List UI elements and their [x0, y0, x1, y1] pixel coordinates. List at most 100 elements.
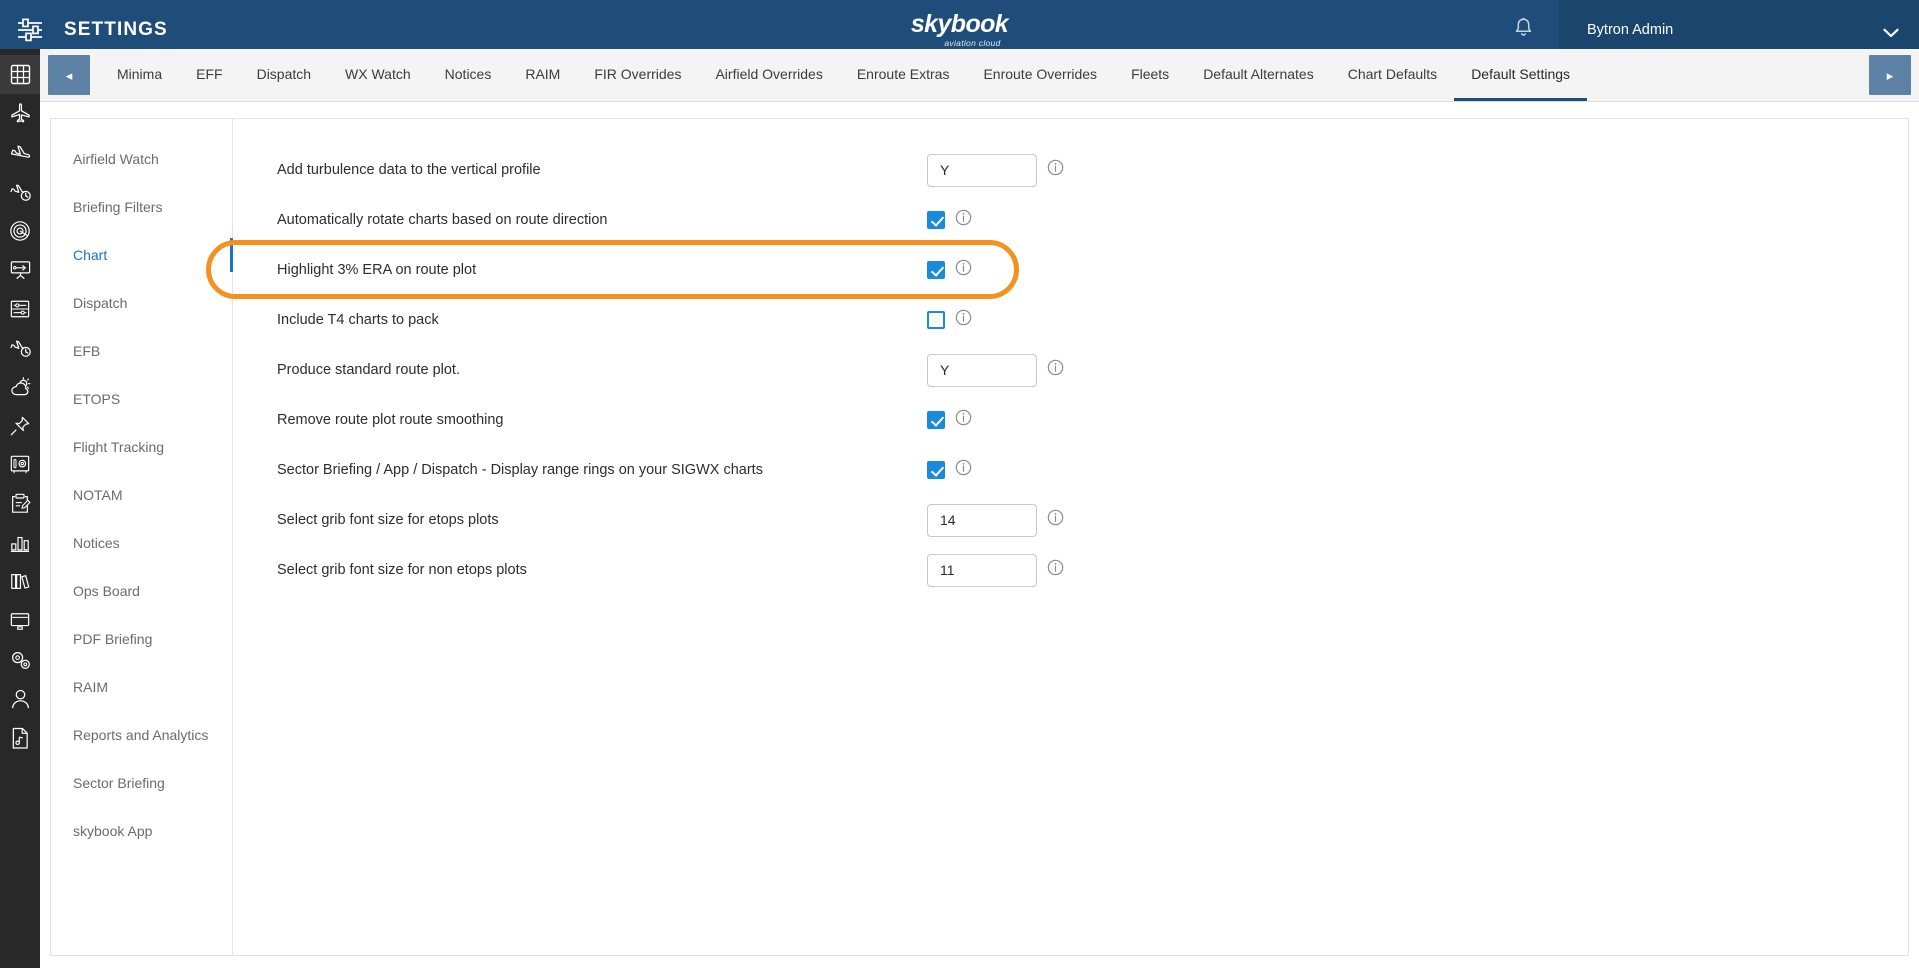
setting-text-input[interactable]	[927, 353, 1037, 387]
tab-enroute-overrides[interactable]: Enroute Overrides	[966, 49, 1114, 101]
sidebar-item-airfield-watch[interactable]: Airfield Watch	[51, 135, 232, 183]
sidebar-item-label: Airfield Watch	[73, 151, 159, 167]
airplane-time-icon	[9, 336, 32, 359]
tab-raim[interactable]: RAIM	[508, 49, 577, 101]
sidebar-item-ops-board[interactable]: Ops Board	[51, 567, 232, 615]
tab-chart-defaults[interactable]: Chart Defaults	[1331, 49, 1454, 101]
setting-checkbox[interactable]	[927, 411, 945, 429]
rail-item-presentation-flight[interactable]	[0, 250, 40, 289]
bar-chart-icon	[9, 533, 31, 553]
safe-vault-icon	[9, 454, 31, 475]
tabs-scroll-right-button[interactable]: ▸	[1869, 55, 1911, 95]
setting-checkbox[interactable]	[927, 461, 945, 479]
info-icon[interactable]	[955, 259, 972, 281]
tabs-scroll-left-button[interactable]: ◂	[48, 55, 90, 95]
rail-item-weather[interactable]	[0, 367, 40, 406]
setting-text-input[interactable]	[927, 503, 1037, 537]
tab-label: RAIM	[525, 65, 561, 82]
document-music-icon	[10, 727, 30, 749]
list-sliders-icon	[9, 299, 31, 319]
rail-item-airplane-clock[interactable]	[0, 172, 40, 211]
setting-label: Select grib font size for non etops plot…	[277, 562, 527, 578]
chevron-right-icon: ▸	[1886, 67, 1894, 83]
sidebar-item-notam[interactable]: NOTAM	[51, 471, 232, 519]
books-icon	[9, 571, 31, 592]
info-icon[interactable]	[955, 459, 972, 481]
sidebar-item-flight-tracking[interactable]: Flight Tracking	[51, 423, 232, 471]
sidebar-item-briefing-filters[interactable]: Briefing Filters	[51, 183, 232, 231]
setting-checkbox[interactable]	[927, 311, 945, 329]
tab-wx-watch[interactable]: WX Watch	[328, 49, 428, 101]
sidebar-item-dispatch[interactable]: Dispatch	[51, 279, 232, 327]
info-icon[interactable]	[1047, 559, 1064, 581]
info-icon[interactable]	[955, 309, 972, 331]
rail-item-user[interactable]	[0, 679, 40, 718]
sidebar-item-label: Chart	[73, 247, 108, 263]
rail-item-airplane[interactable]	[0, 94, 40, 133]
setting-row: Select grib font size for etops plots	[277, 495, 1908, 545]
tab-fir-overrides[interactable]: FIR Overrides	[577, 49, 698, 101]
tab-default-settings[interactable]: Default Settings	[1454, 49, 1588, 101]
rail-item-radar[interactable]	[0, 211, 40, 250]
info-icon[interactable]	[955, 209, 972, 231]
rail-item-list-sliders[interactable]	[0, 289, 40, 328]
tab-enroute-extras[interactable]: Enroute Extras	[840, 49, 967, 101]
sidebar-item-etops[interactable]: ETOPS	[51, 375, 232, 423]
sidebar-item-reports-and-analytics[interactable]: Reports and Analytics	[51, 711, 232, 759]
tab-minima[interactable]: Minima	[100, 49, 179, 101]
setting-control	[927, 153, 1064, 187]
tab-fleets[interactable]: Fleets	[1114, 49, 1186, 101]
tab-label: WX Watch	[345, 65, 411, 82]
rail-item-airplane-takeoff[interactable]	[0, 133, 40, 172]
settings-category-sidebar: Airfield Watch Briefing Filters Chart Dispa…	[51, 119, 233, 955]
rail-item-clipboard-edit[interactable]	[0, 484, 40, 523]
info-icon[interactable]	[1047, 159, 1064, 181]
setting-checkbox[interactable]	[927, 211, 945, 229]
sidebar-item-label: Notices	[73, 535, 120, 551]
sidebar-item-notices[interactable]: Notices	[51, 519, 232, 567]
rail-item-monitor[interactable]	[0, 601, 40, 640]
gears-icon	[9, 649, 32, 671]
info-icon[interactable]	[955, 409, 972, 431]
sidebar-item-label: Sector Briefing	[73, 775, 165, 791]
rail-item-gears[interactable]	[0, 640, 40, 679]
tab-default-alternates[interactable]: Default Alternates	[1186, 49, 1331, 101]
tab-eff[interactable]: EFF	[179, 49, 239, 101]
tab-airfield-overrides[interactable]: Airfield Overrides	[698, 49, 839, 101]
setting-checkbox[interactable]	[927, 261, 945, 279]
pin-icon	[9, 415, 31, 437]
info-icon[interactable]	[1047, 509, 1064, 531]
page-title: SETTINGS	[64, 18, 168, 40]
rail-item-pin[interactable]	[0, 406, 40, 445]
sidebar-item-label: EFB	[73, 343, 101, 359]
setting-control	[927, 409, 1052, 431]
setting-row: Include T4 charts to pack	[277, 295, 1908, 345]
rail-item-bar-chart[interactable]	[0, 523, 40, 562]
sidebar-item-raim[interactable]: RAIM	[51, 663, 232, 711]
sidebar-item-sector-briefing[interactable]: Sector Briefing	[51, 759, 232, 807]
rail-item-airplane-time[interactable]	[0, 328, 40, 367]
rail-item-safe[interactable]	[0, 445, 40, 484]
info-icon[interactable]	[1047, 359, 1064, 381]
setting-text-input[interactable]	[927, 153, 1037, 187]
tab-label: Airfield Overrides	[715, 65, 823, 82]
radar-icon	[9, 220, 31, 242]
clipboard-edit-icon	[9, 492, 31, 515]
sidebar-item-skybook-app[interactable]: skybook App	[51, 807, 232, 855]
tab-dispatch[interactable]: Dispatch	[240, 49, 328, 101]
sidebar-item-efb[interactable]: EFB	[51, 327, 232, 375]
setting-label: Produce standard route plot.	[277, 362, 460, 378]
rail-item-document-music[interactable]	[0, 718, 40, 757]
tab-notices[interactable]: Notices	[428, 49, 509, 101]
sidebar-item-chart[interactable]: Chart	[51, 231, 233, 279]
tab-label: Chart Defaults	[1347, 65, 1438, 82]
setting-text-input[interactable]	[927, 553, 1037, 587]
user-icon	[10, 688, 31, 710]
setting-row: Highlight 3% ERA on route plot	[277, 245, 1908, 295]
rail-item-grid[interactable]	[0, 55, 40, 94]
setting-control	[927, 459, 1052, 481]
rail-item-books[interactable]	[0, 562, 40, 601]
settings-rows-container: Add turbulence data to the vertical prof…	[206, 119, 1908, 955]
grid-icon	[10, 64, 31, 85]
sidebar-item-pdf-briefing[interactable]: PDF Briefing	[51, 615, 232, 663]
